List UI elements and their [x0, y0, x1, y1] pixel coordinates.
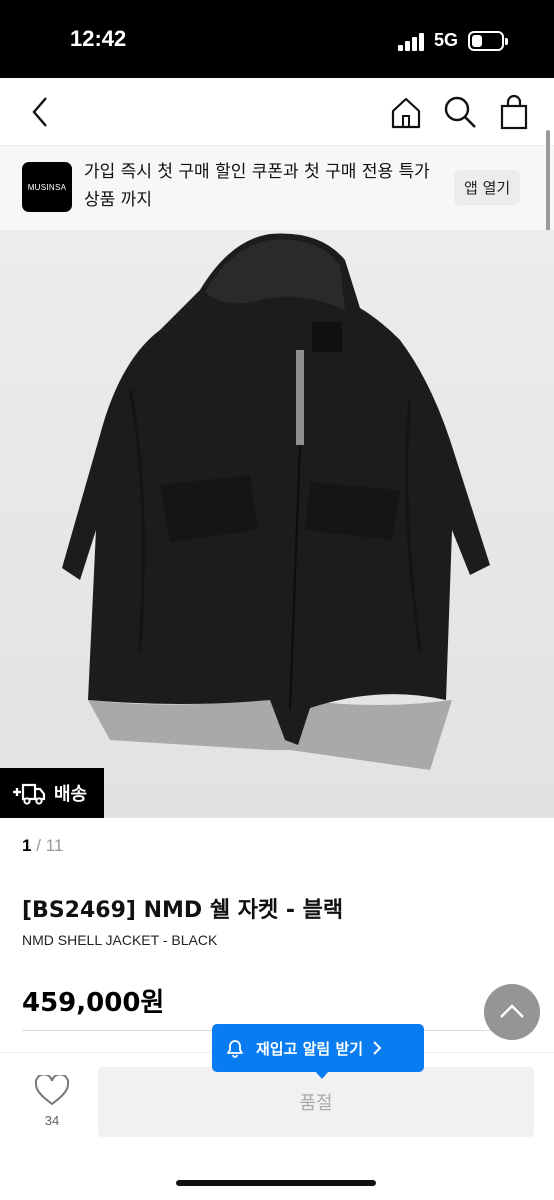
signal-icon [398, 33, 426, 51]
battery-icon [468, 31, 508, 51]
product-image[interactable]: 배송 [0, 230, 554, 818]
home-indicator [176, 1180, 376, 1186]
image-counter-current: 1 [22, 836, 32, 855]
restock-alert-button[interactable]: 재입고 알림 받기 [212, 1024, 424, 1079]
bottom-action-bar: 34 품절 [0, 1052, 554, 1200]
heart-icon [34, 1073, 70, 1106]
search-button[interactable] [440, 92, 480, 132]
like-count: 34 [44, 1113, 60, 1128]
network-label: 5G [434, 30, 459, 50]
back-icon [32, 97, 47, 127]
like-button[interactable]: 34 [30, 1073, 74, 1135]
soldout-label: 품절 [299, 1093, 333, 1114]
open-app-button[interactable]: 앱 열기 [454, 170, 521, 205]
status-time: 12:42 [70, 26, 127, 51]
home-button[interactable] [386, 92, 426, 132]
shopping-bag-button[interactable] [494, 92, 534, 132]
status-bar: 12:42 5G [0, 0, 554, 78]
top-nav [0, 78, 554, 146]
musinsa-logo: MUSINSA [22, 162, 72, 212]
app-install-banner: MUSINSA 가입 즉시 첫 구매 할인 쿠폰과 첫 구매 전용 특가 상품 … [0, 146, 554, 230]
product-price: 459,000원 [22, 988, 165, 1018]
product-subtitle: NMD SHELL JACKET - BLACK [22, 932, 218, 948]
shopping-bag-icon [500, 94, 528, 130]
tooltip-arrow [315, 1071, 329, 1079]
image-counter-separator: / [36, 836, 41, 855]
image-counter: 1 / 11 [22, 836, 63, 856]
product-title: [BS2469] NMD 쉘 자켓 - 블랙 [22, 898, 344, 923]
scroll-top-button[interactable] [484, 984, 540, 1040]
search-icon [444, 96, 476, 128]
image-counter-total: 11 [45, 836, 64, 855]
bell-icon [227, 1040, 243, 1058]
restock-alert-label: 재입고 알림 받기 [256, 1039, 364, 1058]
delivery-badge: 배송 [0, 768, 104, 818]
chevron-right-icon [373, 1041, 382, 1055]
home-icon [391, 97, 421, 129]
banner-message: 가입 즉시 첫 구매 할인 쿠폰과 첫 구매 전용 특가 상품 까지 [84, 162, 430, 210]
delivery-badge-label: 배송 [54, 784, 88, 805]
jacket-illustration [0, 230, 554, 818]
back-button[interactable] [22, 92, 62, 132]
chevron-up-icon [500, 1004, 524, 1018]
delivery-truck-icon [13, 783, 46, 805]
